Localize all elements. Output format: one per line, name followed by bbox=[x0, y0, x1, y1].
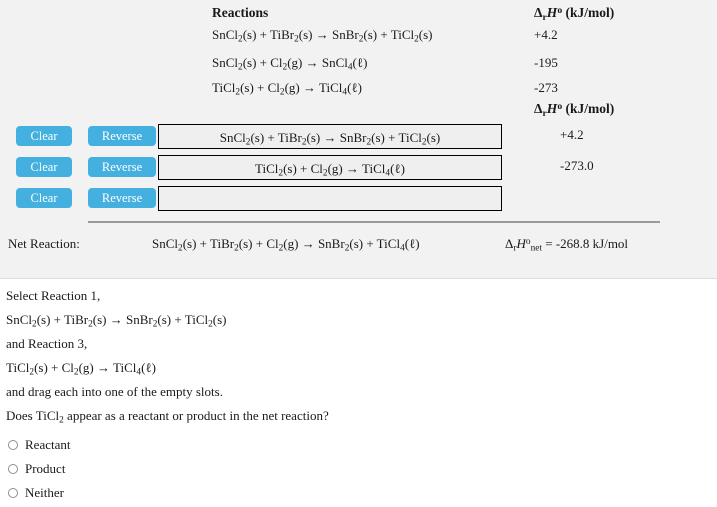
reference-reaction-enthalpy-2: -195 bbox=[534, 55, 558, 70]
reaction-slot-row-1: Clear Reverse SnCl2(s) + TiBr2(s) → SnBr… bbox=[0, 124, 717, 156]
clear-button-1[interactable]: Clear bbox=[16, 126, 72, 146]
question-line-5: and drag each into one of the empty slot… bbox=[6, 384, 223, 399]
reactions-column-header: Reactions bbox=[212, 5, 269, 20]
slots-enthalpy-column-header: ΔrHo (kJ/mol) bbox=[534, 101, 615, 119]
net-reaction-label: Net Reaction: bbox=[8, 236, 80, 251]
reaction-slot-1[interactable]: SnCl2(s) + TiBr2(s) → SnBr2(s) + TiCl2(s… bbox=[158, 124, 502, 149]
option-neither[interactable]: Neither bbox=[8, 484, 64, 502]
reference-reaction-row-3: TiCl2(s) + Cl2(g) → TiCl4(ℓ) -273 bbox=[0, 80, 717, 102]
question-line-4: TiCl2(s) + Cl2(g) → TiCl4(ℓ) bbox=[6, 360, 156, 378]
option-product[interactable]: Product bbox=[8, 460, 65, 478]
option-reactant[interactable]: Reactant bbox=[8, 436, 70, 454]
reverse-button-3[interactable]: Reverse bbox=[88, 188, 156, 208]
reference-reaction-row-1: SnCl2(s) + TiBr2(s) → SnBr2(s) + TiCl2(s… bbox=[0, 27, 717, 49]
question-line-3: and Reaction 3, bbox=[6, 336, 88, 351]
reference-reaction-enthalpy-3: -273 bbox=[534, 80, 558, 95]
clear-button-3[interactable]: Clear bbox=[16, 188, 72, 208]
reverse-button-1[interactable]: Reverse bbox=[88, 126, 156, 146]
net-reaction-divider bbox=[88, 221, 660, 223]
question-line-2: SnCl2(s) + TiBr2(s) → SnBr2(s) + TiCl2(s… bbox=[6, 312, 227, 330]
reaction-slot-row-2: Clear Reverse TiCl2(s) + Cl2(g) → TiCl4(… bbox=[0, 155, 717, 187]
radio-reactant-icon[interactable] bbox=[8, 440, 18, 450]
reverse-button-2[interactable]: Reverse bbox=[88, 157, 156, 177]
net-reaction-equation: SnCl2(s) + TiBr2(s) + Cl2(g) → SnBr2(s) … bbox=[152, 236, 420, 254]
question-line-1: Select Reaction 1, bbox=[6, 288, 101, 303]
clear-button-2[interactable]: Clear bbox=[16, 157, 72, 177]
reference-reaction-equation-1: SnCl2(s) + TiBr2(s) → SnBr2(s) + TiCl2(s… bbox=[212, 27, 433, 45]
reference-reaction-row-2: SnCl2(s) + Cl2(g) → SnCl4(ℓ) -195 bbox=[0, 55, 717, 77]
option-neither-label: Neither bbox=[25, 485, 64, 500]
radio-neither-icon[interactable] bbox=[8, 488, 18, 498]
reference-reaction-equation-2: SnCl2(s) + Cl2(g) → SnCl4(ℓ) bbox=[212, 55, 368, 73]
slot-enthalpy-1: +4.2 bbox=[560, 127, 584, 142]
enthalpy-column-header: ΔrHo (kJ/mol) bbox=[534, 5, 615, 23]
option-product-label: Product bbox=[25, 461, 66, 476]
net-reaction-row: Net Reaction: SnCl2(s) + TiBr2(s) + Cl2(… bbox=[0, 236, 717, 256]
reaction-slot-3[interactable] bbox=[158, 186, 502, 211]
reference-reaction-enthalpy-1: +4.2 bbox=[534, 27, 558, 42]
reference-reaction-equation-3: TiCl2(s) + Cl2(g) → TiCl4(ℓ) bbox=[212, 80, 362, 98]
slot-enthalpy-2: -273.0 bbox=[560, 158, 594, 173]
radio-product-icon[interactable] bbox=[8, 464, 18, 474]
reaction-slot-2[interactable]: TiCl2(s) + Cl2(g) → TiCl4(ℓ) bbox=[158, 155, 502, 180]
reaction-slot-row-3: Clear Reverse bbox=[0, 186, 717, 218]
question-prompt: Does TiCl2 appear as a reactant or produ… bbox=[6, 408, 329, 426]
net-reaction-enthalpy: ΔrHonet = -268.8 kJ/mol bbox=[505, 236, 629, 254]
option-reactant-label: Reactant bbox=[25, 437, 71, 452]
reference-table-header-row: Reactions ΔrHo (kJ/mol) bbox=[0, 5, 717, 27]
